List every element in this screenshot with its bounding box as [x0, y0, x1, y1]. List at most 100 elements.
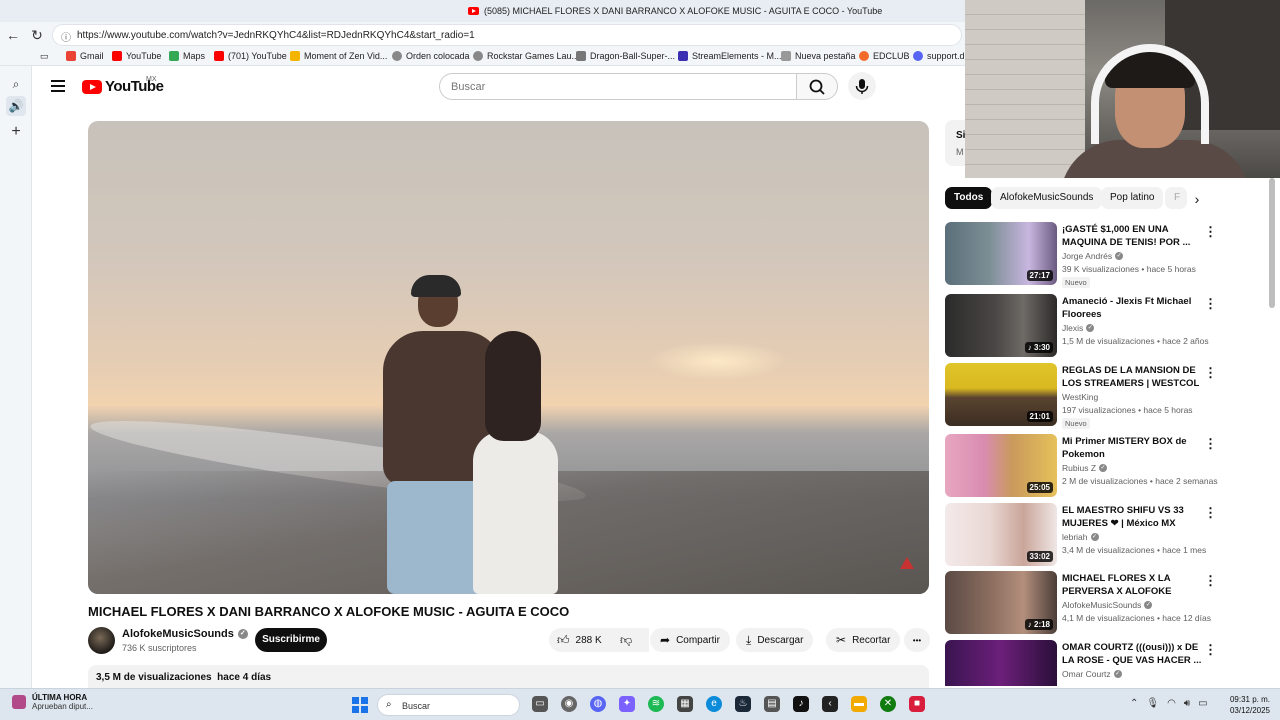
recommendation-item[interactable]: 21:01 REGLAS DE LA MANSION DE LOS STREAM…: [945, 363, 1225, 429]
kebab-menu-icon[interactable]: ⋮: [1204, 573, 1217, 589]
url-text[interactable]: https://www.youtube.com/watch?v=JednRKQY…: [77, 30, 475, 41]
video-thumbnail[interactable]: 33:02: [945, 503, 1057, 566]
chip-todos[interactable]: Todos: [945, 187, 993, 209]
site-info-icon[interactable]: ⓘ: [61, 29, 71, 44]
rec-title[interactable]: EL MAESTRO SHIFU VS 33 MUJERES ❤ | Méxic…: [1062, 504, 1204, 530]
rec-title[interactable]: MICHAEL FLORES X LA PERVERSA X ALOFOKE M…: [1062, 572, 1204, 599]
hamburger-menu-icon[interactable]: [51, 80, 65, 92]
chip-alofokemusicsounds[interactable]: AlofokeMusicSounds: [991, 187, 1103, 209]
bookmark-streamelements[interactable]: StreamElements - M...: [678, 51, 782, 61]
bookmark-edclub[interactable]: EDCLUB: [859, 51, 910, 61]
store-icon[interactable]: ▦: [677, 696, 693, 712]
bookmark-youtube[interactable]: YouTube: [112, 51, 161, 61]
share-label: Compartir: [676, 634, 720, 646]
scissors-icon: ✂: [836, 633, 847, 647]
wifi-icon[interactable]: ◠: [1167, 698, 1176, 709]
bookmarks-toggle-icon[interactable]: ▭: [40, 51, 49, 62]
share-button[interactable]: ➦ Compartir: [650, 628, 730, 652]
recommendation-item[interactable]: ♪ 2:18 MICHAEL FLORES X LA PERVERSA X AL…: [945, 571, 1225, 635]
video-thumbnail[interactable]: [945, 640, 1057, 686]
page-scrollbar[interactable]: [1269, 178, 1275, 308]
video-thumbnail[interactable]: ♪ 3:30: [945, 294, 1057, 357]
recommendation-item[interactable]: 25:05 Mi Primer MISTERY BOX de Pokemon R…: [945, 434, 1225, 498]
news-widget[interactable]: ÚLTIMA HORA Aprueban diput...: [12, 693, 93, 711]
news-title: ÚLTIMA HORA: [32, 693, 88, 702]
windows-start-icon[interactable]: [352, 697, 368, 713]
channel-avatar[interactable]: [88, 627, 115, 654]
back-icon[interactable]: ←: [4, 26, 22, 44]
youtube-logo[interactable]: YouTube MX: [82, 76, 164, 95]
rec-channel-wrap: Rubius Z ✓: [1062, 463, 1108, 473]
kebab-menu-icon[interactable]: ⋮: [1204, 505, 1217, 521]
bookmark-rockstar[interactable]: Rockstar Games Lau...: [473, 51, 579, 61]
address-bar[interactable]: ⓘ https://www.youtube.com/watch?v=JednRK…: [52, 24, 962, 46]
kebab-menu-icon[interactable]: ⋮: [1204, 642, 1217, 658]
chevron-up-icon[interactable]: ⌃: [1130, 698, 1138, 709]
clip-button[interactable]: ✂ Recortar: [826, 628, 901, 652]
chevron-right-icon[interactable]: ›: [1188, 190, 1206, 208]
task-view-icon[interactable]: ▭: [532, 696, 548, 712]
taskbar-search[interactable]: ⌕ Buscar: [377, 694, 520, 716]
steam-icon[interactable]: ♨: [735, 696, 751, 712]
more-actions-button[interactable]: •••: [904, 628, 930, 652]
video-thumbnail[interactable]: ♪ 2:18: [945, 571, 1057, 634]
speaker-icon[interactable]: 🔊: [6, 96, 26, 116]
rec-title[interactable]: ¡GASTÉ $1,000 EN UNA MAQUINA DE TENIS! P…: [1062, 223, 1204, 249]
capcut-icon[interactable]: ‹: [822, 696, 838, 712]
download-button[interactable]: ⤓ Descargar: [736, 628, 814, 652]
voice-search-button[interactable]: [848, 72, 876, 100]
recommendation-item[interactable]: 33:02 EL MAESTRO SHIFU VS 33 MUJERES ❤ |…: [945, 503, 1225, 567]
rec-title[interactable]: REGLAS DE LA MANSION DE LOS STREAMERS | …: [1062, 364, 1204, 390]
video-thumbnail[interactable]: 21:01: [945, 363, 1057, 426]
thumbs-up-icon: 👍︎: [557, 632, 570, 647]
bookmark-youtube-701[interactable]: (701) YouTube: [214, 51, 287, 61]
video-player[interactable]: [88, 121, 929, 594]
copilot-icon[interactable]: ✦: [619, 696, 635, 712]
notepad-icon[interactable]: ▤: [764, 696, 780, 712]
kebab-menu-icon[interactable]: ⋮: [1204, 436, 1217, 452]
clock[interactable]: 09:31 p. m. 03/12/2025: [1222, 694, 1270, 716]
search-input[interactable]: Buscar: [439, 73, 797, 100]
chrome-icon[interactable]: ◉: [561, 696, 577, 712]
recommendation-item[interactable]: OMAR COURTZ (((ousi))) x DE LA ROSE - QU…: [945, 640, 1225, 686]
file-explorer-icon[interactable]: ▬: [851, 696, 867, 712]
channel-name[interactable]: AlofokeMusicSounds: [122, 628, 234, 640]
edge-icon[interactable]: e: [706, 696, 722, 712]
bookmark-moment-of-zen[interactable]: Moment of Zen Vid...: [290, 51, 387, 61]
tab-title[interactable]: (5085) MICHAEL FLORES X DANI BARRANCO X …: [484, 6, 882, 16]
battery-icon[interactable]: ▭: [1198, 698, 1207, 709]
kebab-menu-icon[interactable]: ⋮: [1204, 365, 1217, 381]
chip-more[interactable]: F: [1165, 187, 1187, 209]
channel-name-wrap[interactable]: AlofokeMusicSounds ✓: [122, 628, 248, 640]
bookmark-label: support.di: [927, 51, 967, 61]
rec-title[interactable]: OMAR COURTZ (((ousi))) x DE LA ROSE - QU…: [1062, 641, 1204, 667]
recommendation-item[interactable]: ♪ 3:30 Amaneció - Jlexis Ft Michael Floo…: [945, 294, 1225, 358]
search-icon[interactable]: ⌕: [6, 74, 26, 94]
rec-title[interactable]: Amaneció - Jlexis Ft Michael Floorees: [1062, 295, 1204, 321]
app-icon[interactable]: ■: [909, 696, 925, 712]
bookmark-maps[interactable]: Maps: [169, 51, 205, 61]
volume-icon[interactable]: 🔊︎: [1184, 698, 1190, 709]
kebab-menu-icon[interactable]: ⋮: [1204, 296, 1217, 312]
kebab-menu-icon[interactable]: ⋮: [1204, 224, 1217, 240]
spotify-icon[interactable]: ≋: [648, 696, 664, 712]
bookmark-orden-colocada[interactable]: Orden colocada: [392, 51, 470, 61]
microphone-icon[interactable]: 🎙︎: [1146, 698, 1159, 709]
recommendation-item[interactable]: 27:17 ¡GASTÉ $1,000 EN UNA MAQUINA DE TE…: [945, 222, 1225, 288]
discord-icon[interactable]: ◍: [590, 696, 606, 712]
xbox-icon[interactable]: ✕: [880, 696, 896, 712]
subscribe-button[interactable]: Suscribirme: [255, 628, 327, 652]
rec-title[interactable]: Mi Primer MISTERY BOX de Pokemon: [1062, 435, 1204, 461]
chip-pop-latino[interactable]: Pop latino: [1101, 187, 1164, 209]
bookmark-dragon-ball[interactable]: Dragon-Ball-Super-...: [576, 51, 675, 61]
bookmark-nueva-pestana[interactable]: Nueva pestaña: [781, 51, 856, 61]
video-thumbnail[interactable]: 27:17: [945, 222, 1057, 285]
bookmark-support[interactable]: support.di: [913, 51, 967, 61]
plus-icon[interactable]: +: [6, 122, 26, 142]
reload-icon[interactable]: ↻: [28, 26, 46, 44]
tiktok-icon[interactable]: ♪: [793, 696, 809, 712]
video-thumbnail[interactable]: 25:05: [945, 434, 1057, 497]
dislike-button[interactable]: 👎︎: [612, 628, 644, 652]
search-button[interactable]: [796, 73, 838, 100]
bookmark-gmail[interactable]: Gmail: [66, 51, 104, 61]
